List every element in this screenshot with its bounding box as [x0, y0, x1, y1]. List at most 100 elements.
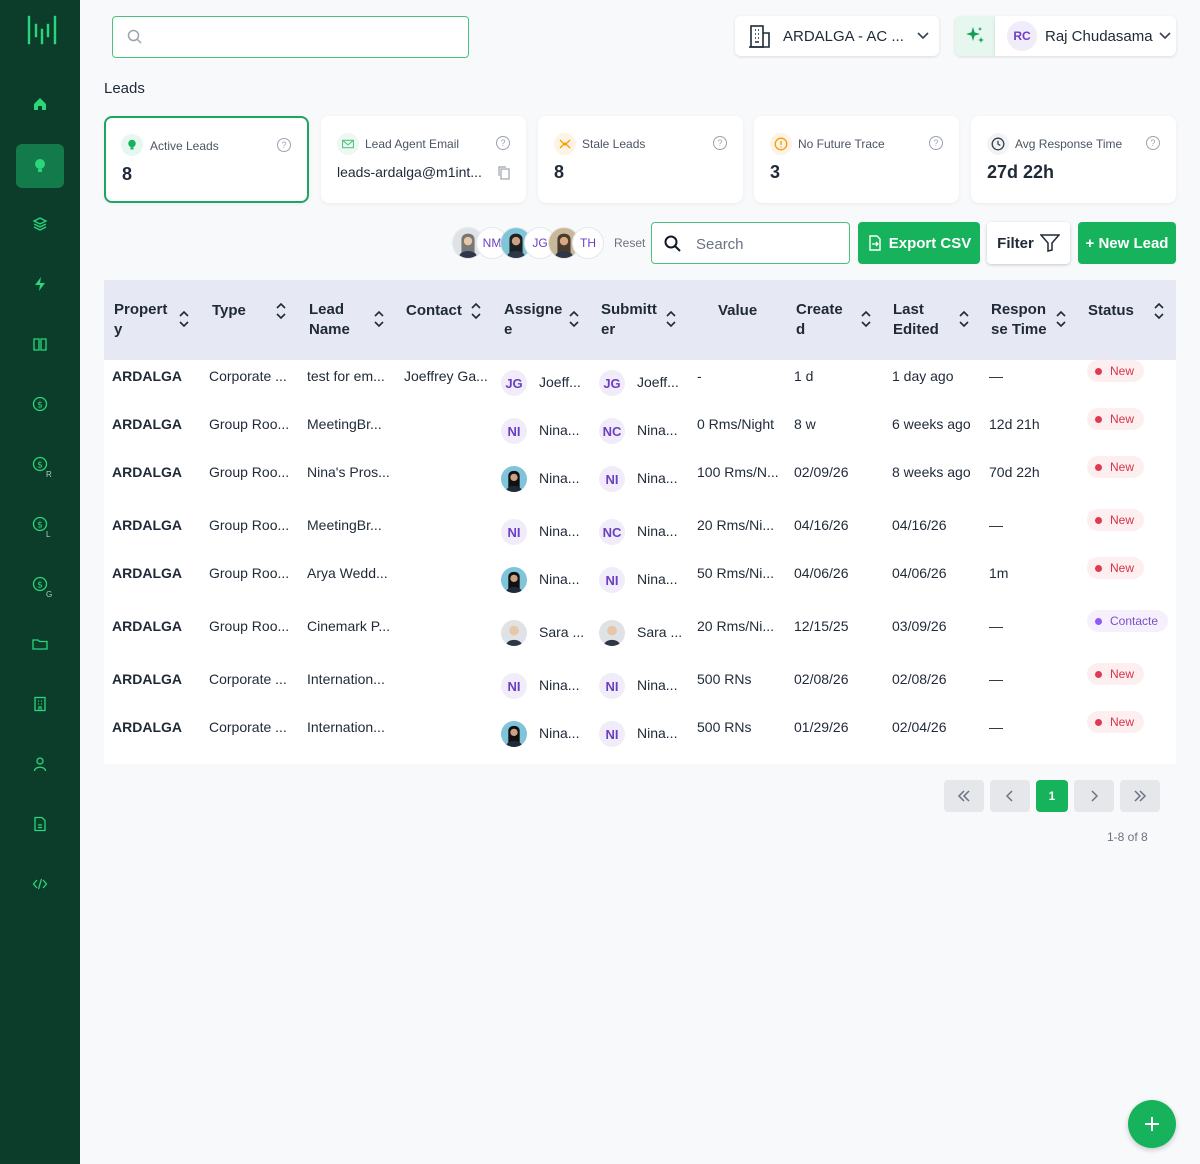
help-icon[interactable]: ?	[929, 136, 943, 150]
column-header-line1: Respon	[991, 301, 1047, 318]
table-search-input[interactable]	[696, 232, 841, 256]
global-search[interactable]	[112, 16, 469, 58]
column-header-line1: Contact	[406, 302, 462, 319]
property-selector[interactable]: ARDALGA - AC ...	[735, 16, 939, 56]
help-icon[interactable]: ?	[713, 136, 727, 150]
sidebar-item-sub-label: G	[46, 590, 53, 599]
export-csv-button[interactable]: Export CSV	[858, 222, 980, 264]
column-header[interactable]: Propert y	[114, 300, 167, 340]
page-1-button[interactable]: 1	[1036, 780, 1068, 812]
cell-value: 500 RNs	[697, 719, 752, 735]
column-header[interactable]: Lead Name	[309, 300, 350, 340]
help-icon[interactable]: ?	[277, 138, 291, 152]
column-header[interactable]: Type	[212, 301, 246, 321]
prev-page-button[interactable]	[990, 780, 1030, 812]
sidebar-item-layers[interactable]	[16, 202, 64, 246]
stat-card-active-leads[interactable]: Active Leads ? 8	[104, 116, 309, 203]
sort-icon[interactable]	[569, 310, 579, 328]
cell-property: ARDALGA	[112, 464, 182, 480]
stat-card-lead-agent-email[interactable]: Lead Agent Email ? leads-ardalga@m1int..…	[321, 116, 526, 203]
stat-card-label: Stale Leads	[582, 137, 646, 151]
cell-created: 12/15/25	[794, 618, 849, 634]
cell-property: ARDALGA	[112, 416, 182, 432]
status-dot	[1095, 670, 1102, 678]
sort-icon[interactable]	[959, 310, 969, 328]
sort-icon[interactable]	[179, 310, 189, 328]
reset-filter-link[interactable]: Reset	[614, 236, 645, 250]
sidebar-item-building[interactable]	[16, 682, 64, 726]
stat-card-no-future-trace[interactable]: No Future Trace ? 3	[754, 116, 959, 203]
user-avatar: RC	[1007, 21, 1037, 51]
sidebar-item-home[interactable]	[16, 82, 64, 126]
sort-icon[interactable]	[1056, 310, 1066, 328]
sidebar-item-lightbulb[interactable]	[16, 144, 64, 188]
column-header[interactable]: Assigne e	[504, 300, 562, 340]
column-header[interactable]: Create d	[796, 300, 843, 340]
mail-icon	[337, 133, 359, 155]
sort-icon[interactable]	[666, 310, 676, 328]
submitter-avatar: NI	[599, 466, 625, 492]
avatar-th[interactable]: TH	[572, 227, 604, 259]
filter-label: Filter	[997, 234, 1034, 252]
sort-icon[interactable]	[374, 310, 384, 328]
sidebar-item-code[interactable]	[16, 862, 64, 906]
cell-value: -	[697, 368, 702, 384]
cell-lead-name: Nina's Pros...	[307, 464, 390, 480]
sidebar-item-dollar-g[interactable]: $ G	[16, 562, 64, 606]
cell-type: Group Roo...	[209, 618, 290, 634]
sort-icon[interactable]	[276, 302, 286, 320]
column-header[interactable]: Value	[718, 301, 757, 321]
sidebar-item-book[interactable]	[16, 322, 64, 366]
sidebar-item-dollar-l[interactable]: $ L	[16, 502, 64, 546]
status-dot	[1095, 617, 1102, 625]
sidebar-item-dollar[interactable]: $	[16, 382, 64, 426]
table-search[interactable]	[651, 222, 850, 264]
app-logo[interactable]	[26, 14, 58, 46]
help-icon[interactable]: ?	[1146, 136, 1160, 150]
column-header[interactable]: Contact	[406, 301, 462, 321]
submitter-avatar: JG	[599, 370, 625, 396]
cell-response: —	[989, 517, 1003, 533]
stat-card-value: 27d 22h	[987, 162, 1055, 182]
dollar-icon: $	[32, 396, 48, 412]
sidebar-item-dollar-r[interactable]: $ R	[16, 442, 64, 486]
new-lead-button[interactable]: + New Lead	[1078, 222, 1176, 264]
assignee-name: Nina...	[539, 725, 580, 741]
assignee-avatar	[501, 620, 527, 646]
next-page-button[interactable]	[1074, 780, 1114, 812]
help-icon[interactable]: ?	[496, 136, 510, 150]
global-search-input[interactable]	[149, 25, 459, 49]
user-menu[interactable]: RC Raj Chudasama	[995, 16, 1176, 56]
copy-icon[interactable]	[498, 166, 510, 180]
submitter-avatar	[599, 620, 625, 646]
document-icon	[34, 816, 46, 832]
cell-last-edited: 02/08/26	[892, 671, 947, 687]
sort-icon[interactable]	[471, 302, 481, 320]
sort-icon[interactable]	[1154, 302, 1164, 320]
last-page-button[interactable]	[1120, 780, 1160, 812]
stat-card-label: Lead Agent Email	[365, 137, 460, 151]
cell-response: —	[989, 719, 1003, 735]
layers-icon	[32, 217, 48, 231]
column-header[interactable]: Status	[1088, 301, 1134, 321]
stat-card-stale-leads[interactable]: Stale Leads ? 8	[538, 116, 743, 203]
first-page-button[interactable]	[944, 780, 984, 812]
column-header[interactable]: Submitt er	[601, 300, 657, 340]
add-fab-button[interactable]	[1128, 1100, 1176, 1148]
sidebar-item-user[interactable]	[16, 742, 64, 786]
svg-text:$: $	[37, 401, 43, 411]
ai-assistant-button[interactable]	[955, 16, 995, 56]
stat-card-avg-response-time[interactable]: Avg Response Time ? 27d 22h	[971, 116, 1176, 203]
sidebar-item-folder[interactable]	[16, 622, 64, 666]
sort-icon[interactable]	[861, 310, 871, 328]
status-dot	[1095, 367, 1102, 375]
filter-button[interactable]: Filter	[987, 222, 1070, 264]
submitter-name: Sara ...	[637, 624, 683, 640]
sidebar-item-document[interactable]	[16, 802, 64, 846]
column-header[interactable]: Last Edited	[893, 300, 939, 340]
assignee-name: Nina...	[539, 470, 580, 486]
assignee-avatar	[501, 721, 527, 747]
sidebar-item-bolt[interactable]	[16, 262, 64, 306]
column-header[interactable]: Respon se Time	[991, 300, 1047, 340]
submitter-avatar: NI	[599, 567, 625, 593]
